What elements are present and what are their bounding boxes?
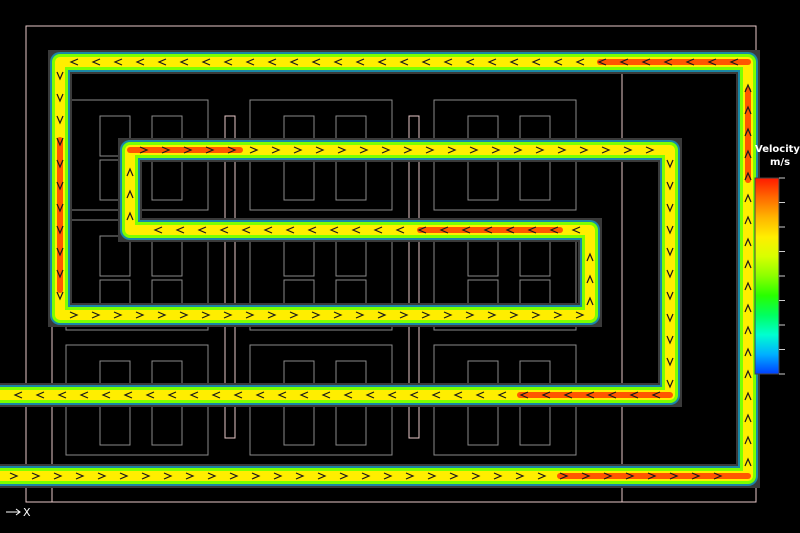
legend-color-bar [754, 177, 780, 375]
velocity-vector-plot: Velocity m/s X [0, 0, 800, 533]
legend-unit: m/s [770, 157, 790, 168]
x-axis-label: X [23, 506, 31, 519]
legend-title: Velocity [755, 144, 800, 155]
cfd-velocity-view[interactable]: Velocity m/s X [0, 0, 800, 533]
